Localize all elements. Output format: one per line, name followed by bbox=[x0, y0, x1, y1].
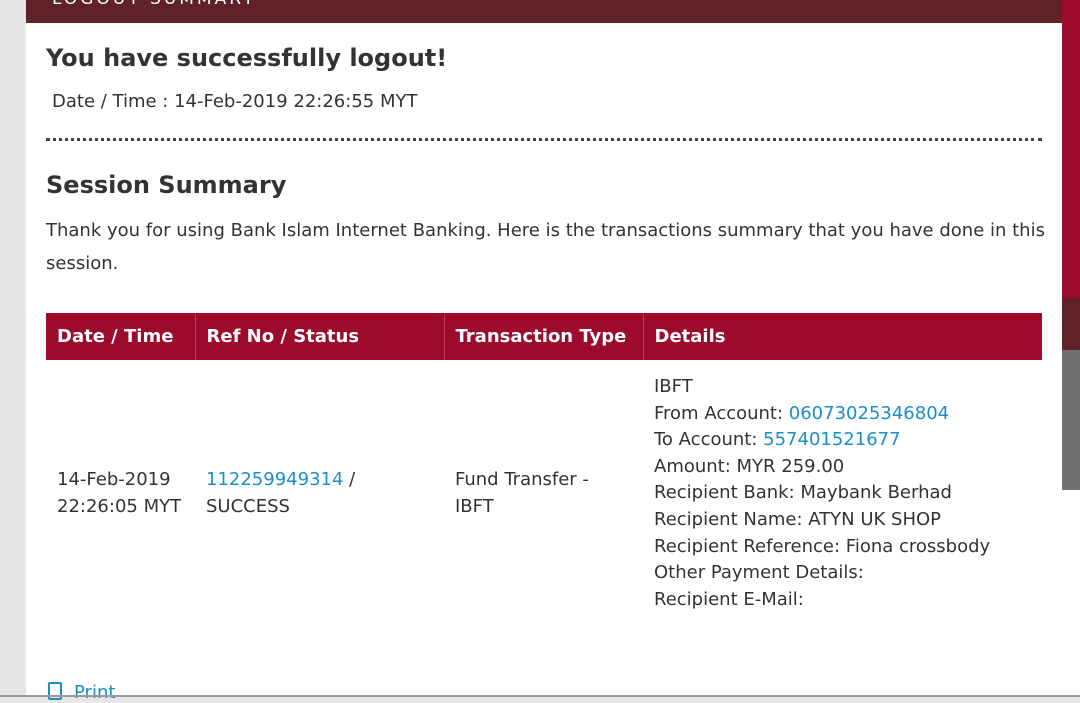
cell-datetime: 14-Feb-2019 22:26:05 MYT bbox=[46, 360, 195, 629]
table-header-row: Date / Time Ref No / Status Transaction … bbox=[46, 313, 1042, 360]
cell-ref-status: 112259949314 / SUCCESS bbox=[195, 360, 444, 629]
tx-status: SUCCESS bbox=[206, 495, 290, 517]
from-account-link[interactable]: 06073025346804 bbox=[789, 403, 949, 424]
detail-recipient-bank: Recipient Bank: Maybank Berhad bbox=[654, 482, 952, 504]
logout-summary-panel: LOGOUT SUMMARY You have successfully log… bbox=[26, 0, 1062, 703]
logout-datetime: Date / Time : 14-Feb-2019 22:26:55 MYT bbox=[52, 91, 418, 112]
table-row: 14-Feb-2019 22:26:05 MYT 112259949314 / … bbox=[46, 360, 1042, 629]
cell-details: IBFT From Account: 06073025346804 To Acc… bbox=[643, 360, 1042, 629]
tx-type-line2: IBFT bbox=[455, 495, 494, 517]
session-summary-intro: Thank you for using Bank Islam Internet … bbox=[46, 220, 1045, 274]
detail-service: IBFT bbox=[654, 376, 693, 397]
column-header-datetime: Date / Time bbox=[46, 313, 196, 360]
tx-time: 22:26:05 MYT bbox=[57, 495, 182, 517]
tx-type-line1: Fund Transfer - bbox=[455, 469, 589, 491]
detail-other-payment: Other Payment Details: bbox=[654, 562, 864, 584]
scrollbar-segment bbox=[1062, 298, 1080, 350]
column-header-details: Details bbox=[643, 313, 1042, 360]
session-summary-title: Session Summary bbox=[46, 171, 287, 199]
transactions-table: Date / Time Ref No / Status Transaction … bbox=[46, 313, 1042, 629]
detail-recipient-name: Recipient Name: ATYN UK SHOP bbox=[654, 508, 942, 530]
tx-date: 14-Feb-2019 bbox=[57, 469, 171, 491]
scrollbar-thumb[interactable] bbox=[1062, 350, 1080, 490]
column-header-transaction-type: Transaction Type bbox=[444, 313, 644, 360]
detail-to-label: To Account: bbox=[654, 429, 764, 451]
detail-from-label: From Account: bbox=[654, 402, 789, 424]
to-account-link[interactable]: 557401521677 bbox=[763, 429, 900, 450]
right-scrollbar[interactable] bbox=[1062, 0, 1080, 697]
logout-success-title: You have successfully logout! bbox=[46, 44, 448, 72]
ref-separator: / bbox=[343, 469, 356, 491]
panel-header: LOGOUT SUMMARY bbox=[26, 0, 1062, 23]
cell-transaction-type: Fund Transfer - IBFT bbox=[444, 360, 643, 629]
tx-ref-link[interactable]: 112259949314 bbox=[206, 469, 343, 490]
left-gutter bbox=[0, 0, 26, 697]
detail-recipient-reference: Recipient Reference: Fiona crossbody bbox=[654, 535, 991, 557]
detail-recipient-email: Recipient E-Mail: bbox=[654, 588, 804, 610]
panel-header-title: LOGOUT SUMMARY bbox=[52, 0, 256, 9]
column-header-ref-status: Ref No / Status bbox=[195, 313, 445, 360]
print-button[interactable]: Print bbox=[48, 682, 115, 703]
print-icon bbox=[48, 682, 62, 700]
print-label: Print bbox=[74, 682, 116, 703]
detail-amount: Amount: MYR 259.00 bbox=[654, 455, 845, 477]
scrollbar-track-top bbox=[1062, 0, 1080, 298]
dotted-divider bbox=[46, 138, 1042, 141]
